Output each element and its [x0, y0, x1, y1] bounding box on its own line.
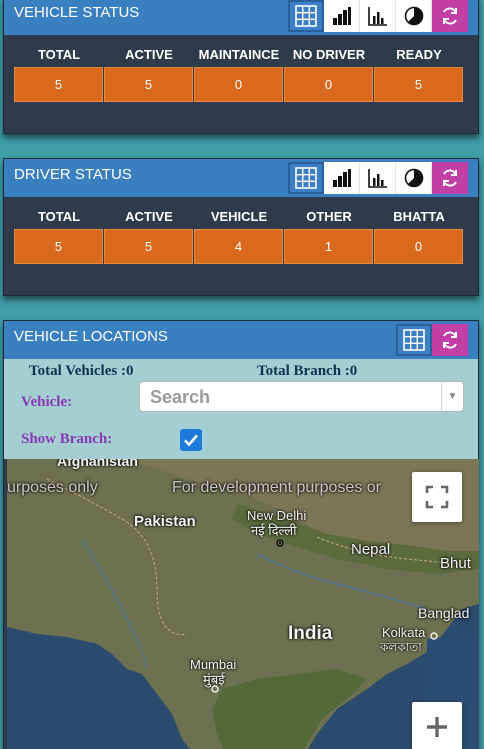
vehicle-label: Vehicle: [21, 394, 73, 410]
map-watermark-right: For development purposes or [172, 479, 381, 496]
col-ready: READY [396, 46, 442, 62]
map-watermark-left: urposes only [7, 479, 98, 496]
grid-view-button[interactable] [288, 0, 324, 32]
label-bhutan: Bhut [440, 555, 471, 572]
label-india: India [288, 623, 333, 644]
value-vehicle[interactable]: 4 [194, 229, 283, 264]
refresh-icon [443, 331, 457, 349]
vehicle-status-toolbar [288, 0, 468, 32]
pie-chart-button[interactable] [396, 162, 432, 194]
value-other[interactable]: 1 [284, 229, 373, 264]
bar-chart-icon [332, 169, 351, 187]
label-pakistan: Pakistan [134, 513, 196, 530]
total-vehicles-count: Total Vehicles :0 [29, 363, 134, 379]
driver-status-table: TOTAL ACTIVE VEHICLE OTHER BHATTA 5 5 4 … [14, 203, 467, 264]
bar-chart-icon [332, 7, 351, 25]
vehicle-locations-toolbar [396, 324, 468, 356]
column-chart-button[interactable] [360, 162, 396, 194]
refresh-icon [443, 7, 457, 25]
vehicle-status-value-row: 5 5 0 0 5 [14, 67, 467, 102]
driver-status-panel: DRIVER STATUS TOTAL ACTIVE VEHICLE OTHER… [3, 158, 479, 296]
grid-icon [295, 5, 317, 27]
vehicle-locations-title: VEHICLE LOCATIONS [14, 328, 168, 345]
driver-status-toolbar [288, 162, 468, 194]
driver-status-header-row: TOTAL ACTIVE VEHICLE OTHER BHATTA [14, 203, 467, 229]
refresh-button[interactable] [432, 162, 468, 194]
driver-status-value-row: 5 5 4 1 0 [14, 229, 467, 264]
pie-chart-icon [404, 168, 423, 188]
grid-icon [295, 167, 317, 189]
value-maintaince[interactable]: 0 [194, 67, 283, 102]
pie-chart-button[interactable] [396, 0, 432, 32]
total-branch-count: Total Branch :0 [257, 363, 358, 379]
show-branch-label: Show Branch: [21, 431, 113, 447]
col-active: ACTIVE [125, 208, 173, 224]
label-new-delhi-hindi: नई दिल्ली [251, 523, 297, 538]
location-filter-area: Total Vehicles :0 Total Branch :0 Vehicl… [4, 359, 478, 459]
vehicle-status-header: VEHICLE STATUS [4, 0, 478, 35]
col-vehicle: VEHICLE [210, 208, 268, 224]
vehicle-map[interactable]: urposes only For development purposes or… [7, 459, 479, 749]
col-other: OTHER [306, 208, 352, 224]
refresh-button[interactable] [432, 324, 468, 356]
value-bhatta[interactable]: 0 [374, 229, 463, 264]
driver-status-title: DRIVER STATUS [14, 166, 132, 183]
label-mumbai-marathi: मुंबई [203, 672, 225, 687]
value-total[interactable]: 5 [14, 229, 103, 264]
vehicle-search-select[interactable]: Search ▼ [139, 381, 464, 412]
bar-chart-button[interactable] [324, 162, 360, 194]
vehicle-status-title: VEHICLE STATUS [14, 4, 140, 21]
label-nepal: Nepal [351, 541, 391, 558]
fullscreen-icon [425, 485, 449, 509]
vehicle-locations-panel: VEHICLE LOCATIONS Total Vehicles :0 Tota… [3, 320, 479, 749]
column-chart-button[interactable] [360, 0, 396, 32]
value-ready[interactable]: 5 [374, 67, 463, 102]
show-branch-checkbox[interactable] [180, 429, 202, 451]
search-placeholder: Search [150, 387, 211, 407]
driver-status-header: DRIVER STATUS [4, 159, 478, 197]
label-kolkata-bengali: কলকাতা [380, 640, 422, 654]
value-active[interactable]: 5 [104, 229, 193, 264]
chevron-down-icon[interactable]: ▼ [441, 382, 463, 411]
value-total[interactable]: 5 [14, 67, 103, 102]
fullscreen-button[interactable] [412, 472, 462, 522]
grid-icon [403, 329, 425, 351]
column-chart-icon [367, 7, 387, 26]
label-kolkata: Kolkata [382, 625, 426, 640]
grid-view-button[interactable] [396, 324, 432, 356]
col-maintaince: MAINTAINCE [198, 46, 280, 62]
col-total: TOTAL [37, 46, 81, 62]
col-bhatta: BHATTA [393, 208, 445, 224]
refresh-button[interactable] [432, 0, 468, 32]
vehicle-status-panel: VEHICLE STATUS TOTAL ACTIVE MAINTAINCE N… [3, 0, 479, 134]
bar-chart-button[interactable] [324, 0, 360, 32]
label-bangladesh: Banglad [418, 605, 470, 621]
vehicle-locations-header: VEHICLE LOCATIONS [4, 321, 478, 359]
col-total: TOTAL [37, 208, 81, 224]
zoom-in-icon [427, 717, 447, 737]
map-terrain [7, 459, 479, 749]
col-active: ACTIVE [125, 46, 173, 62]
pie-chart-icon [404, 6, 423, 26]
value-active[interactable]: 5 [104, 67, 193, 102]
value-no-driver[interactable]: 0 [284, 67, 373, 102]
vehicle-status-table: TOTAL ACTIVE MAINTAINCE NO DRIVER READY … [14, 41, 467, 102]
label-afghanistan: Afghanistan [57, 459, 138, 469]
vehicle-status-header-row: TOTAL ACTIVE MAINTAINCE NO DRIVER READY [14, 41, 467, 67]
checkmark-icon [184, 434, 198, 447]
zoom-in-button[interactable] [412, 702, 462, 749]
column-chart-icon [367, 169, 387, 188]
refresh-icon [443, 169, 457, 187]
col-no-driver: NO DRIVER [292, 46, 366, 62]
grid-view-button[interactable] [288, 162, 324, 194]
